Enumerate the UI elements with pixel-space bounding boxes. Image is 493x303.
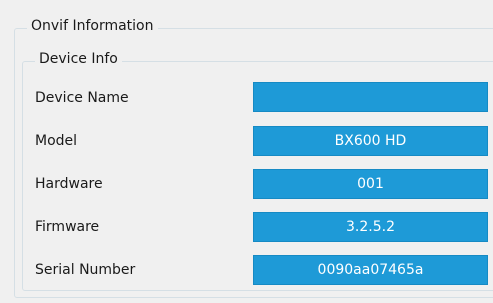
device-info-title: Device Info bbox=[35, 50, 122, 68]
model-label: Model bbox=[35, 133, 78, 149]
hardware-field[interactable]: 001 bbox=[253, 169, 488, 199]
model-field[interactable]: BX600 HD bbox=[253, 126, 488, 156]
onvif-information-title: Onvif Information bbox=[27, 17, 158, 35]
firmware-field[interactable]: 3.2.5.2 bbox=[253, 212, 488, 242]
hardware-label: Hardware bbox=[35, 176, 103, 192]
device-name-label: Device Name bbox=[35, 90, 129, 106]
serial-number-label: Serial Number bbox=[35, 262, 136, 278]
firmware-label: Firmware bbox=[35, 219, 100, 235]
serial-number-field[interactable]: 0090aa07465a bbox=[253, 255, 488, 285]
device-name-field[interactable] bbox=[253, 82, 488, 112]
